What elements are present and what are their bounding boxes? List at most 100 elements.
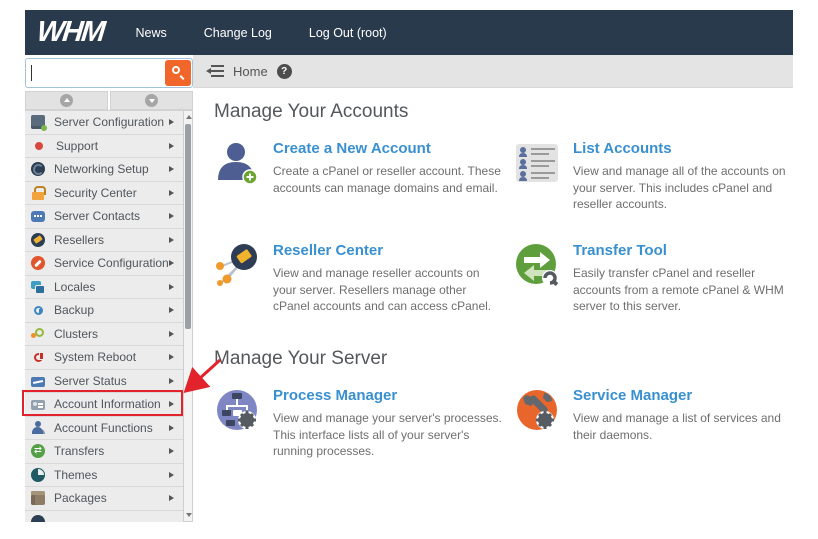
flyout-arrow-icon: [169, 283, 174, 290]
news-link[interactable]: News: [135, 26, 166, 40]
sidebar-item-clusters[interactable]: Clusters: [25, 323, 183, 346]
section-title-accounts: Manage Your Accounts: [214, 101, 409, 122]
card-service-manager: Service Manager View and manage a list o…: [514, 387, 804, 443]
arrow-up-icon: [60, 94, 73, 107]
flyout-arrow-icon: [169, 189, 174, 196]
whm-logo: WHM: [35, 16, 106, 48]
transfers-icon: [31, 444, 45, 459]
themes-icon: [31, 467, 45, 482]
sidebar-item-packages[interactable]: Packages: [25, 487, 183, 511]
card-title[interactable]: Create a New Account: [273, 140, 504, 157]
search-button[interactable]: [165, 60, 191, 86]
flyout-arrow-icon: [169, 448, 174, 455]
sidebar-item-server-configuration[interactable]: Server Configuration: [25, 111, 183, 135]
scrollbar-up-icon: [186, 115, 192, 119]
sidebar-item-support[interactable]: Support: [25, 135, 183, 158]
sidebar-item-system-reboot[interactable]: System Reboot: [25, 346, 183, 370]
networking-setup-icon: [31, 162, 45, 177]
clusters-icon: [31, 327, 45, 341]
server-contacts-icon: [31, 211, 45, 223]
server-configuration-icon: [31, 115, 47, 132]
transfer-tool-icon[interactable]: [514, 242, 560, 288]
packages-icon: [31, 491, 45, 506]
sidebar-item-account-information[interactable]: Account Information: [25, 393, 183, 417]
flyout-arrow-icon: [169, 166, 174, 173]
card-description: View and manage all of the accounts on y…: [573, 164, 786, 211]
system-reboot-icon: [33, 351, 44, 362]
scrollbar-down-icon: [186, 513, 192, 517]
top-bar: WHM News Change Log Log Out (root): [25, 10, 793, 55]
sidebar-scrollbar[interactable]: [183, 110, 193, 522]
flyout-arrow-icon: [169, 471, 174, 478]
card-list-accounts: List Accounts View and manage all of the…: [514, 140, 804, 213]
sidebar-item-resellers[interactable]: Resellers: [25, 229, 183, 252]
card-process-manager: Process Manager View and manage your ser…: [214, 387, 504, 460]
flyout-arrow-icon: [169, 401, 174, 408]
card-title[interactable]: Process Manager: [273, 387, 504, 404]
sidebar-item-backup[interactable]: Backup: [25, 299, 183, 323]
breadcrumb: Home ?: [193, 55, 793, 88]
sidebar-item-themes[interactable]: Themes: [25, 464, 183, 487]
service-configuration-icon: [31, 256, 45, 271]
flyout-arrow-icon: [169, 142, 174, 149]
search-input[interactable]: [25, 58, 193, 88]
card-title[interactable]: Reseller Center: [273, 242, 504, 259]
process-manager-icon[interactable]: [214, 387, 260, 433]
change-log-link[interactable]: Change Log: [204, 26, 272, 40]
account-information-icon: [31, 400, 45, 411]
scroll-up-button[interactable]: [25, 91, 108, 110]
server-status-icon: [31, 376, 45, 387]
flyout-arrow-icon: [169, 213, 174, 220]
card-reseller-center: Reseller Center View and manage reseller…: [214, 242, 504, 315]
sidebar-item-security-center[interactable]: Security Center: [25, 182, 183, 205]
card-description: Create a cPanel or reseller account. The…: [273, 164, 501, 195]
sidebar-item-server-contacts[interactable]: Server Contacts: [25, 205, 183, 229]
flyout-arrow-icon: [169, 377, 174, 384]
whm-window: WHM News Change Log Log Out (root) Serve…: [25, 10, 793, 522]
text-cursor: [31, 65, 32, 81]
search-icon: [172, 66, 180, 74]
flyout-arrow-icon: [169, 330, 174, 337]
collapse-sidebar-icon[interactable]: [206, 65, 224, 77]
log-out-link[interactable]: Log Out (root): [309, 26, 387, 40]
card-description: View and manage reseller accounts on you…: [273, 266, 492, 313]
sidebar-item-locales[interactable]: Locales: [25, 276, 183, 299]
section-title-server: Manage Your Server: [214, 348, 388, 369]
flyout-arrow-icon: [169, 495, 174, 502]
flyout-arrow-icon: [169, 354, 174, 361]
card-title[interactable]: List Accounts: [573, 140, 804, 157]
flyout-arrow-icon: [169, 236, 174, 243]
sidebar-item-server-status[interactable]: Server Status: [25, 370, 183, 393]
reseller-center-icon[interactable]: [214, 242, 260, 288]
card-description: View and manage your server's processes.…: [273, 411, 502, 458]
sidebar-item-service-configuration[interactable]: Service Configuration: [25, 252, 183, 276]
card-title[interactable]: Service Manager: [573, 387, 804, 404]
resellers-icon: [31, 232, 45, 247]
security-center-icon: [31, 185, 46, 200]
sidebar-item-networking-setup[interactable]: Networking Setup: [25, 158, 183, 182]
card-title[interactable]: Transfer Tool: [573, 242, 804, 259]
sidebar-item-account-functions[interactable]: Account Functions: [25, 417, 183, 440]
scrollbar-thumb[interactable]: [185, 124, 191, 329]
scroll-down-button[interactable]: [110, 91, 193, 110]
flyout-arrow-icon: [169, 260, 174, 267]
account-functions-icon: [31, 420, 45, 435]
help-icon[interactable]: ?: [276, 63, 292, 79]
card-description: Easily transfer cPanel and reseller acco…: [573, 266, 784, 313]
service-manager-icon[interactable]: [514, 387, 560, 433]
sidebar-scroll-buttons: [25, 91, 193, 110]
card-create-new-account: Create a New Account Create a cPanel or …: [214, 140, 504, 196]
create-new-account-icon[interactable]: [214, 140, 260, 186]
top-nav: News Change Log Log Out (root): [135, 26, 386, 40]
backup-icon: [33, 305, 43, 315]
card-description: View and manage a list of services and t…: [573, 411, 781, 442]
flyout-arrow-icon: [169, 307, 174, 314]
sidebar-item-transfers[interactable]: Transfers: [25, 440, 183, 464]
support-icon: [35, 141, 43, 150]
flyout-arrow-icon: [169, 119, 174, 126]
breadcrumb-home[interactable]: Home: [233, 64, 268, 79]
sidebar-item-partial[interactable]: [25, 511, 183, 522]
sidebar-nav: Server Configuration Support Networking …: [25, 110, 183, 522]
list-accounts-icon[interactable]: [514, 140, 560, 186]
locales-icon: [31, 280, 45, 294]
